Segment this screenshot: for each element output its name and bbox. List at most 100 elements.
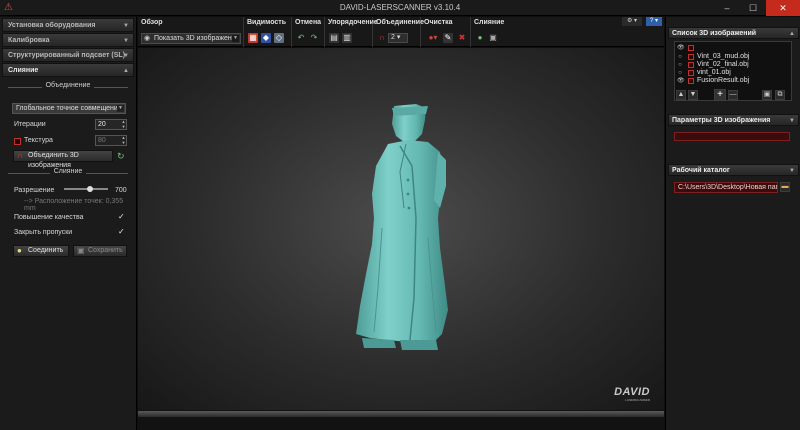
horizontal-scrollbar[interactable] [138, 411, 664, 417]
fuse-button[interactable]: ● Соединить [13, 245, 69, 257]
folder-icon[interactable]: ▬ [780, 182, 790, 192]
toolbar: Обзор ◉ Показать 3D изображения ▼ Видимо… [138, 17, 664, 47]
visibility-toggle-icon[interactable]: ○ [677, 61, 683, 69]
list-item[interactable]: ○ Vint_02_final.obj [675, 61, 791, 69]
minimize-button[interactable]: – [714, 0, 740, 16]
visibility-toggle-icon[interactable]: ○ [677, 53, 683, 61]
resolution-slider[interactable] [64, 184, 108, 194]
eye-icon: ◉ [144, 35, 151, 42]
spinner-arrows-icon[interactable]: ▲ ▼ [121, 119, 126, 129]
chevron-down-icon: ▼ [123, 23, 129, 29]
brush-icon[interactable]: ✎ [443, 33, 453, 43]
view-mode-select[interactable]: ◉ Показать 3D изображения ▼ [141, 33, 241, 44]
image-params-field [674, 132, 790, 141]
close-button[interactable]: ✕ [766, 0, 800, 16]
image-params-header[interactable]: Параметры 3D изображения ▼ [668, 114, 799, 126]
merge-section-title: Объединение [8, 82, 128, 92]
close-holes-checkbox[interactable]: ✓ [118, 228, 126, 236]
close-holes-label: Закрыть пропуски [14, 229, 73, 236]
settings-menu-button[interactable]: ⚙ ▾ [622, 17, 642, 26]
wireframe-view-icon[interactable]: ◇ [274, 33, 284, 43]
right-panel: ⚙ ▾ ? ▾ Список 3D изображений ▲ 👁 ○ Vint… [622, 17, 800, 430]
slider-thumb[interactable] [87, 186, 93, 192]
magnet-icon: ∩ [17, 151, 23, 160]
slider-track [64, 188, 108, 190]
maximize-button[interactable]: ☐ [740, 0, 766, 16]
quality-improvement-label: Повышение качества [14, 214, 84, 221]
save-button[interactable]: ▣ Сохранить [73, 245, 127, 257]
spinner-arrows-icon[interactable]: ▲ ▼ [121, 135, 126, 145]
chevron-up-icon: ▲ [123, 68, 129, 74]
iterations-input[interactable]: 20 ▲ ▼ [95, 119, 127, 130]
merge-images-button[interactable]: ∩ Объединить 3D изображения [13, 150, 113, 169]
chevron-down-icon: ▼ [232, 35, 239, 42]
section-structured-light[interactable]: Структурированный подсвет (SL) ▼ [2, 48, 134, 62]
texture-label: Текстура [24, 137, 53, 144]
iterations-label: Итерации [14, 121, 46, 128]
toolbar-group-merge: Объединение ∩ 2 ▾ [373, 17, 424, 47]
shaded-view-icon[interactable]: ◆ [261, 33, 271, 43]
item-checkbox[interactable] [688, 78, 694, 84]
toolbar-group-visibility: Видимость ▦ ◆ ◇ [244, 17, 292, 47]
select-all-checkbox[interactable] [688, 45, 694, 51]
section-fusion[interactable]: Слияние ▲ [2, 63, 134, 77]
left-panel: Установка оборудования ▼ Калибровка ▼ Ст… [0, 17, 137, 430]
remove-image-button[interactable]: — [728, 90, 738, 100]
toolbar-group-view: Обзор ◉ Показать 3D изображения ▼ [138, 17, 244, 47]
list-header-row: 👁 [675, 44, 791, 52]
save-image-icon[interactable]: ▣ [762, 90, 772, 100]
image-list-header[interactable]: Список 3D изображений ▲ [668, 27, 799, 39]
export-image-icon[interactable]: ⧉ [775, 90, 785, 100]
list-item[interactable]: ○ vint_01.obj [675, 69, 791, 77]
undo-icon[interactable]: ↶ [296, 33, 306, 43]
item-checkbox[interactable] [688, 70, 694, 76]
texture-view-icon[interactable]: ▦ [248, 33, 258, 43]
chevron-down-icon: ▼ [117, 105, 124, 112]
save-fusion-icon[interactable]: ▣ [488, 33, 498, 43]
chevron-up-icon: ▲ [789, 31, 795, 37]
eye-icon[interactable]: 👁 [677, 44, 685, 52]
chevron-down-icon: ▼ [123, 38, 129, 44]
david-logo: DAVID LASERSCANNER [614, 386, 650, 402]
magnet-icon[interactable]: ∩ [377, 33, 387, 43]
chevron-down-icon: ▼ [123, 53, 129, 59]
merge-count-select[interactable]: 2 ▾ [388, 33, 408, 43]
add-image-button[interactable]: + [714, 89, 726, 101]
list-item[interactable]: 👁 FusionResult.obj [675, 77, 791, 85]
stack-arrange-icon[interactable]: ▥ [342, 33, 352, 43]
texture-input[interactable]: 80 ▲ ▼ [95, 135, 127, 146]
item-checkbox[interactable] [688, 62, 694, 68]
chevron-down-icon: ▼ [789, 168, 795, 174]
fuse-icon[interactable]: ● [475, 33, 485, 43]
toolbar-group-cleanup: Очистка ●▾ ✎ ✖ [421, 17, 471, 47]
visibility-toggle-icon[interactable]: ○ [677, 69, 683, 77]
title-bar: ⚠ DAVID-LASERSCANNER v3.10.4 – ☐ ✕ [0, 0, 800, 16]
item-checkbox[interactable] [688, 54, 694, 60]
resolution-label: Разрешение [14, 187, 55, 194]
texture-checkbox[interactable] [14, 138, 21, 145]
toolbar-group-arrange: Упорядочение ▤ ▥ [325, 17, 378, 47]
redo-icon[interactable]: ↷ [309, 33, 319, 43]
delete-icon[interactable]: ✖ [457, 33, 467, 43]
3d-viewport[interactable]: DAVID LASERSCANNER [138, 48, 664, 410]
list-item[interactable]: ○ Vint_03_mud.obj [675, 53, 791, 61]
grid-arrange-icon[interactable]: ▤ [329, 33, 339, 43]
toolbar-group-undo: Отмена ↶ ↷ [292, 17, 325, 47]
move-up-button[interactable]: ▲ [676, 90, 686, 100]
section-calibration[interactable]: Калибровка ▼ [2, 33, 134, 47]
scanned-statue-model[interactable] [138, 48, 664, 410]
help-menu-button[interactable]: ? ▾ [646, 17, 662, 26]
working-dir-header[interactable]: Рабочий каталог ▼ [668, 164, 799, 176]
quality-improvement-checkbox[interactable]: ✓ [118, 213, 126, 221]
resolution-value: 700 [115, 187, 127, 194]
merge-method-select[interactable]: Глобальное точное совмещение ▼ [12, 103, 126, 114]
erase-select-icon[interactable]: ●▾ [425, 33, 441, 43]
section-hardware-setup[interactable]: Установка оборудования ▼ [2, 18, 134, 32]
visibility-toggle-icon[interactable]: 👁 [677, 77, 685, 85]
working-dir-path[interactable]: C:\Users\3D\Desktop\Новая папка [674, 182, 778, 193]
point-spacing-note: --> Расположение точек: 0,355 mm [24, 198, 124, 212]
move-down-button[interactable]: ▼ [688, 90, 698, 100]
chevron-down-icon: ▼ [789, 118, 795, 124]
fusion-section-title: Слияние [8, 168, 128, 178]
refresh-icon[interactable]: ↻ [117, 151, 125, 161]
